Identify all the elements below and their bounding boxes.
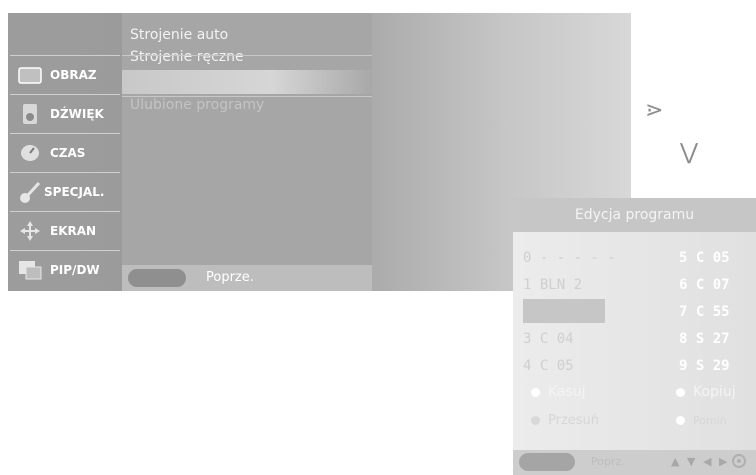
up-arrow-icon: ▲ — [671, 455, 680, 468]
copy-label: Kopiuj — [693, 384, 736, 400]
back-label: Poprz. — [591, 455, 625, 468]
menu-item-manual-tuning[interactable]: Strojenie ręczne — [130, 49, 244, 65]
back-label: Poprze. — [206, 270, 254, 285]
yellow-dot-icon — [531, 416, 540, 425]
pip-icon — [16, 258, 44, 282]
program-row-selected[interactable] — [523, 299, 605, 323]
sidebar-item-label: CZAS — [50, 146, 86, 160]
move-label: Przesuń — [548, 413, 600, 428]
sidebar-item-ekran[interactable]: EKRAN — [10, 211, 120, 250]
green-dot-icon — [676, 387, 685, 397]
panel-footer: Poprz. ▲ ▼ ◀ ▶ — [513, 450, 756, 475]
speaker-icon — [16, 102, 44, 126]
menu-item-auto-tuning[interactable]: Strojenie auto — [130, 27, 228, 43]
clock-icon — [16, 141, 44, 165]
program-row[interactable]: 7 C 55 — [679, 304, 730, 320]
program-edit-panel: Edycja programu 0 - - - - - 1 BLN 2 3 C … — [513, 198, 756, 475]
skip-label: Pomiń — [693, 414, 727, 427]
move-icon — [16, 219, 44, 243]
divider — [122, 55, 372, 56]
program-row[interactable]: 4 C 05 — [523, 358, 574, 374]
sidebar: OBRAZ DŹWIĘK CZAS SPECJAL. EKRAN PIP/DW — [8, 55, 122, 291]
menu-item-favourite-programs[interactable]: Ulubione programy — [130, 97, 264, 113]
key-icon — [16, 180, 44, 204]
sidebar-item-label: DŹWIĘK — [50, 107, 104, 121]
sidebar-item-specjal[interactable]: SPECJAL. — [10, 172, 120, 211]
tuning-menu: Strojenie auto Strojenie ręczne Ulubione… — [122, 13, 372, 291]
menu-footer: Poprze. — [122, 265, 372, 291]
back-button[interactable] — [128, 269, 186, 287]
sidebar-item-pip[interactable]: PIP/DW — [10, 250, 120, 289]
sidebar-item-label: PIP/DW — [50, 263, 100, 277]
program-row[interactable]: 3 C 04 — [523, 331, 574, 347]
sidebar-item-czas[interactable]: CZAS — [10, 133, 120, 172]
delete-label: Kasuj — [548, 384, 586, 400]
picture-icon — [16, 63, 44, 87]
left-arrow-icon: ◀ — [703, 455, 712, 468]
back-button[interactable] — [519, 453, 575, 471]
skip-option[interactable]: Pomiń — [676, 414, 727, 427]
program-row[interactable]: 0 - - - - - — [523, 250, 616, 266]
sidebar-item-label: OBRAZ — [50, 68, 97, 82]
move-option[interactable]: Przesuń — [531, 413, 599, 428]
program-row[interactable]: 5 C 05 — [679, 250, 730, 266]
program-row[interactable]: 1 BLN 2 — [523, 277, 582, 293]
menu-item-selected[interactable] — [122, 70, 372, 94]
blue-dot-icon — [676, 416, 685, 425]
sidebar-item-label: EKRAN — [50, 224, 97, 238]
program-row[interactable]: 9 S 29 — [679, 358, 730, 374]
delete-option[interactable]: Kasuj — [531, 384, 586, 400]
chevron-right-icon: ⋗ — [645, 98, 664, 123]
program-row[interactable]: 8 S 27 — [679, 331, 730, 347]
sidebar-item-label: SPECJAL. — [44, 185, 105, 199]
sidebar-item-dzwiek[interactable]: DŹWIĘK — [10, 94, 120, 133]
right-arrow-icon: ▶ — [719, 455, 728, 468]
panel-title: Edycja programu — [513, 198, 756, 232]
ok-button-icon[interactable] — [732, 454, 746, 468]
copy-option[interactable]: Kopiuj — [676, 384, 736, 400]
program-row[interactable]: 6 C 07 — [679, 277, 730, 293]
chevron-down-icon: ⋁ — [680, 140, 699, 165]
red-dot-icon — [531, 387, 540, 397]
down-arrow-icon: ▼ — [687, 455, 696, 468]
sidebar-item-obraz[interactable]: OBRAZ — [10, 55, 120, 94]
